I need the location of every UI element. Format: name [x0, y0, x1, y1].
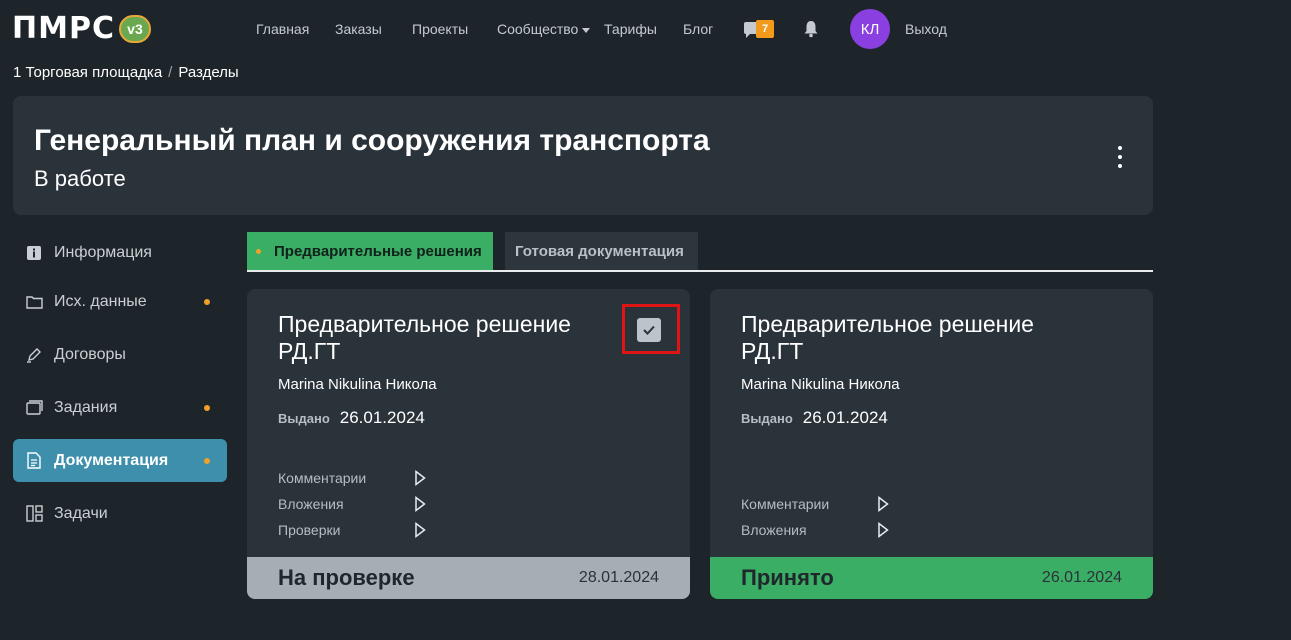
sidebar-item-info[interactable]: Информация	[13, 231, 227, 274]
sidebar-item-source-data[interactable]: Исх. данные	[13, 280, 227, 323]
sidebar-item-label: Задания	[54, 398, 118, 416]
notification-dot	[204, 299, 210, 305]
document-issued: Выдано 26.01.2024	[741, 408, 888, 428]
section-header-card: Генеральный план и сооружения транспорта…	[13, 96, 1153, 215]
document-issued: Выдано 26.01.2024	[278, 408, 425, 428]
sidebar-item-label: Задачи	[54, 504, 108, 522]
attachments-link[interactable]: Вложения	[278, 494, 428, 514]
version-badge: v3	[118, 15, 151, 43]
status-badge: Принято	[741, 565, 834, 590]
comments-link[interactable]: Комментарии	[741, 494, 891, 514]
sidebar-item-contracts[interactable]: Договоры	[13, 333, 227, 376]
attachments-link[interactable]: Вложения	[741, 520, 891, 540]
document-status-footer: На проверке 28.01.2024	[247, 557, 690, 599]
document-icon	[25, 452, 43, 470]
tab-label: Предварительные решения	[274, 242, 482, 260]
tab-underline	[247, 270, 1153, 272]
pen-icon	[25, 346, 43, 364]
nav-orders[interactable]: Заказы	[335, 21, 382, 37]
tab-label: Готовая документация	[515, 242, 684, 260]
avatar[interactable]: КЛ	[850, 9, 890, 49]
checks-link[interactable]: Проверки	[278, 520, 428, 540]
sidebar-item-documentation[interactable]: Документация	[13, 439, 227, 482]
bell-icon[interactable]	[803, 20, 819, 38]
breadcrumb: 1 Торговая площадка / Разделы	[13, 64, 239, 81]
link-label: Вложения	[741, 522, 807, 538]
logo-text: ПМРС	[12, 11, 115, 46]
info-icon	[25, 244, 43, 262]
nav-blog[interactable]: Блог	[683, 21, 713, 37]
sidebar-item-tasks[interactable]: Задачи	[13, 492, 227, 535]
sidebar-item-tasks-assignments[interactable]: Задания	[13, 386, 227, 429]
document-title: Предварительное решение РД.ГТ	[741, 311, 1034, 364]
sidebar-item-label: Исх. данные	[54, 292, 147, 310]
highlight-box	[622, 304, 680, 354]
document-author: Marina Nikulina Никола	[278, 376, 437, 393]
link-label: Проверки	[278, 522, 341, 538]
logout-link[interactable]: Выход	[905, 21, 947, 37]
notification-dot	[204, 405, 210, 411]
nav-projects[interactable]: Проекты	[412, 21, 468, 37]
status-badge: На проверке	[278, 565, 415, 590]
nav-home[interactable]: Главная	[256, 21, 309, 37]
board-icon	[25, 505, 43, 523]
issued-label: Выдано	[278, 411, 330, 426]
tab-final-documentation[interactable]: Готовая документация	[505, 232, 698, 270]
chevron-down-icon	[582, 27, 591, 33]
page-title: Генеральный план и сооружения транспорта	[34, 124, 710, 157]
tab-preliminary-decisions[interactable]: Предварительные решения	[247, 232, 493, 270]
issued-date: 26.01.2024	[802, 408, 888, 427]
comments-link[interactable]: Комментарии	[278, 468, 428, 488]
document-card[interactable]: Предварительное решение РД.ГТ Marina Nik…	[247, 289, 690, 599]
sidebar-item-label: Договоры	[54, 345, 126, 363]
notification-dot	[204, 458, 210, 464]
play-icon	[415, 522, 426, 538]
folder-icon	[25, 293, 43, 311]
notification-dot	[256, 249, 261, 254]
status-date: 26.01.2024	[1041, 569, 1122, 586]
document-status-footer: Принято 26.01.2024	[710, 557, 1153, 599]
nav-community-label: Сообщество	[497, 21, 579, 37]
breadcrumb-separator: /	[168, 64, 173, 81]
link-label: Комментарии	[278, 470, 367, 486]
nav-tariffs[interactable]: Тарифы	[604, 21, 657, 37]
nav-community[interactable]: Сообщество	[497, 21, 591, 37]
breadcrumb-sections[interactable]: Разделы	[178, 64, 238, 81]
breadcrumb-marketplace[interactable]: 1 Торговая площадка	[13, 64, 162, 81]
play-icon	[878, 496, 889, 512]
play-icon	[415, 496, 426, 512]
sidebar-item-label: Документация	[54, 451, 169, 469]
cards-icon	[25, 399, 43, 417]
document-title: Предварительное решение РД.ГТ	[278, 311, 571, 364]
link-label: Вложения	[278, 496, 344, 512]
play-icon	[878, 522, 889, 538]
link-label: Комментарии	[741, 496, 830, 512]
more-options-icon[interactable]	[1116, 146, 1124, 168]
sidebar-item-label: Информация	[54, 243, 152, 261]
document-author: Marina Nikulina Никола	[741, 376, 900, 393]
messages-count-badge: 7	[756, 20, 774, 38]
section-status: В работе	[34, 166, 126, 191]
document-card[interactable]: Предварительное решение РД.ГТ Marina Nik…	[710, 289, 1153, 599]
play-icon	[415, 470, 426, 486]
issued-label: Выдано	[741, 411, 793, 426]
logo[interactable]: ПМРС v3	[12, 14, 151, 44]
status-date: 28.01.2024	[578, 569, 659, 586]
issued-date: 26.01.2024	[339, 408, 425, 427]
